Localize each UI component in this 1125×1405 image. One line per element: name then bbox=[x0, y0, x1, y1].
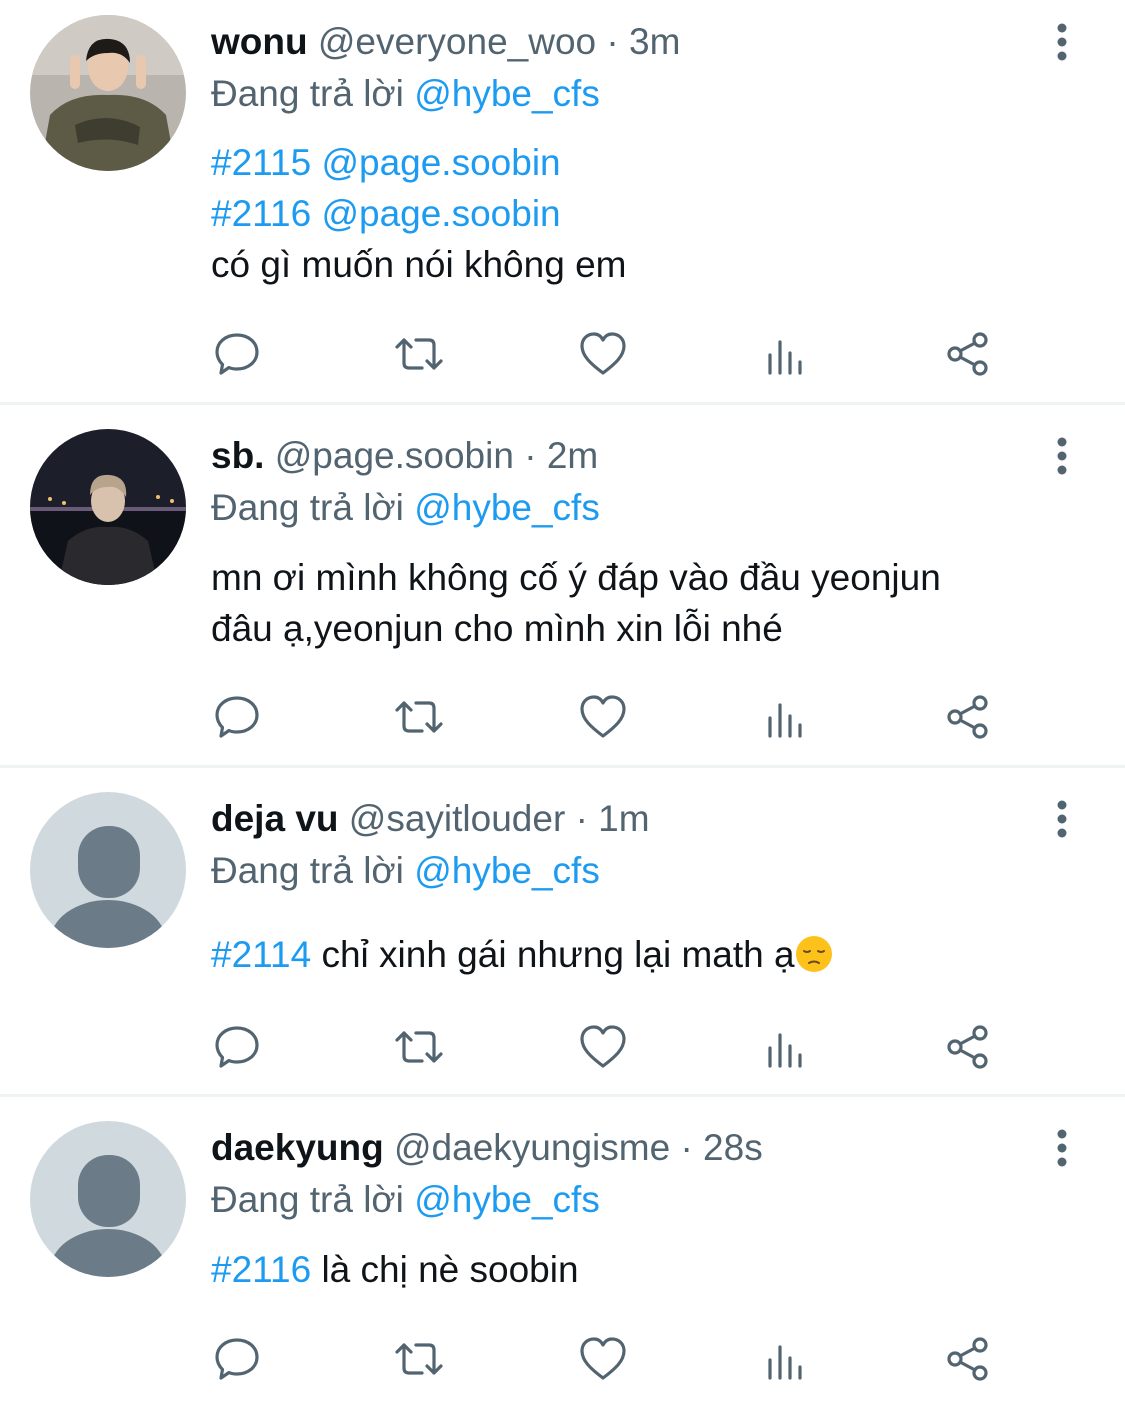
like-icon[interactable] bbox=[575, 1019, 631, 1075]
hashtag-link[interactable]: #2116 bbox=[211, 193, 311, 234]
hashtag-link[interactable]: #2115 bbox=[211, 142, 311, 183]
views-icon[interactable] bbox=[758, 689, 814, 745]
default-avatar[interactable] bbox=[30, 1121, 186, 1277]
replying-to-label: Đang trả lời bbox=[211, 73, 404, 114]
user-handle[interactable]: @daekyungisme bbox=[394, 1127, 670, 1168]
timestamp[interactable]: 3m bbox=[629, 21, 680, 62]
like-icon[interactable] bbox=[575, 326, 631, 382]
display-name[interactable]: deja vu bbox=[211, 798, 339, 839]
replying-to: Đang trả lời @hybe_cfs bbox=[211, 486, 600, 530]
tweet-1[interactable]: wonu @everyone_woo · 3m Đang trả lời @hy… bbox=[0, 0, 1125, 402]
replying-to: Đang trả lời @hybe_cfs bbox=[211, 849, 600, 893]
tweet-4[interactable]: daekyung @daekyungisme · 28s Đang trả lờ… bbox=[0, 1097, 1125, 1405]
retweet-icon[interactable] bbox=[391, 689, 447, 745]
more-options-icon[interactable] bbox=[1046, 22, 1078, 62]
replying-to-label: Đang trả lời bbox=[211, 850, 404, 891]
views-icon[interactable] bbox=[758, 1331, 814, 1387]
dot-separator: · bbox=[606, 21, 619, 62]
tweet-header: wonu @everyone_woo · 3m bbox=[211, 20, 680, 64]
text-line: #2115 @page.soobin bbox=[211, 137, 626, 188]
retweet-icon[interactable] bbox=[391, 326, 447, 382]
more-options-icon[interactable] bbox=[1046, 436, 1078, 476]
replying-to-mention[interactable]: @hybe_cfs bbox=[414, 73, 600, 114]
user-handle[interactable]: @everyone_woo bbox=[318, 21, 596, 62]
tweet-2[interactable]: sb. @page.soobin · 2m Đang trả lời @hybe… bbox=[0, 405, 1125, 765]
reply-icon[interactable] bbox=[209, 1019, 265, 1075]
reply-icon[interactable] bbox=[209, 689, 265, 745]
pensive-face-emoji bbox=[795, 935, 833, 973]
tweet-text: #2116 là chị nè soobin bbox=[211, 1244, 579, 1295]
action-bar bbox=[0, 1331, 1125, 1387]
tweet-header: daekyung @daekyungisme · 28s bbox=[211, 1126, 763, 1170]
text-line: đâu ạ,yeonjun cho mình xin lỗi nhé bbox=[211, 608, 783, 649]
tweet-text: #2114 chỉ xinh gái nhưng lại math ạ bbox=[211, 929, 833, 980]
user-handle[interactable]: @page.soobin bbox=[275, 435, 514, 476]
replying-to-mention[interactable]: @hybe_cfs bbox=[414, 850, 600, 891]
hashtag-link[interactable]: #2116 bbox=[211, 1249, 311, 1290]
replying-to-mention[interactable]: @hybe_cfs bbox=[414, 1179, 600, 1220]
timestamp[interactable]: 1m bbox=[598, 798, 649, 839]
more-options-icon[interactable] bbox=[1046, 1128, 1078, 1168]
mention-link[interactable]: @page.soobin bbox=[321, 193, 560, 234]
share-icon[interactable] bbox=[940, 326, 996, 382]
share-icon[interactable] bbox=[940, 1019, 996, 1075]
like-icon[interactable] bbox=[575, 689, 631, 745]
more-options-icon[interactable] bbox=[1046, 799, 1078, 839]
views-icon[interactable] bbox=[758, 326, 814, 382]
dot-separator: · bbox=[575, 798, 588, 839]
action-bar bbox=[0, 689, 1125, 745]
default-avatar[interactable] bbox=[30, 792, 186, 948]
views-icon[interactable] bbox=[758, 1019, 814, 1075]
timestamp[interactable]: 2m bbox=[547, 435, 598, 476]
avatar-sb[interactable] bbox=[30, 429, 186, 585]
dot-separator: · bbox=[680, 1127, 693, 1168]
replying-to-label: Đang trả lời bbox=[211, 1179, 404, 1220]
tweet-3[interactable]: deja vu @sayitlouder · 1m Đang trả lời @… bbox=[0, 768, 1125, 1094]
tweet-text: #2115 @page.soobin #2116 @page.soobin có… bbox=[211, 137, 626, 290]
replying-to-label: Đang trả lời bbox=[211, 487, 404, 528]
action-bar bbox=[0, 1019, 1125, 1075]
tweet-text-content: là chị nè soobin bbox=[321, 1249, 579, 1290]
display-name[interactable]: daekyung bbox=[211, 1127, 384, 1168]
retweet-icon[interactable] bbox=[391, 1019, 447, 1075]
text-line: có gì muốn nói không em bbox=[211, 244, 627, 285]
display-name[interactable]: sb. bbox=[211, 435, 264, 476]
timestamp[interactable]: 28s bbox=[703, 1127, 763, 1168]
hashtag-link[interactable]: #2114 bbox=[211, 934, 311, 975]
replying-to: Đang trả lời @hybe_cfs bbox=[211, 1178, 600, 1222]
user-handle[interactable]: @sayitlouder bbox=[349, 798, 566, 839]
share-icon[interactable] bbox=[940, 689, 996, 745]
like-icon[interactable] bbox=[575, 1331, 631, 1387]
mention-link[interactable]: @page.soobin bbox=[321, 142, 560, 183]
retweet-icon[interactable] bbox=[391, 1331, 447, 1387]
replying-to: Đang trả lời @hybe_cfs bbox=[211, 72, 600, 116]
dot-separator: · bbox=[524, 435, 537, 476]
tweet-text-content: chỉ xinh gái nhưng lại math ạ bbox=[321, 934, 795, 975]
tweet-header: sb. @page.soobin · 2m bbox=[211, 434, 598, 478]
reply-icon[interactable] bbox=[209, 1331, 265, 1387]
action-bar bbox=[0, 326, 1125, 382]
text-line: mn ơi mình không cố ý đáp vào đầu yeonju… bbox=[211, 557, 941, 598]
text-line: #2116 @page.soobin bbox=[211, 188, 626, 239]
reply-icon[interactable] bbox=[209, 326, 265, 382]
tweet-text: mn ơi mình không cố ý đáp vào đầu yeonju… bbox=[211, 552, 941, 654]
avatar-wonu[interactable] bbox=[30, 15, 186, 171]
replying-to-mention[interactable]: @hybe_cfs bbox=[414, 487, 600, 528]
tweet-header: deja vu @sayitlouder · 1m bbox=[211, 797, 650, 841]
share-icon[interactable] bbox=[940, 1331, 996, 1387]
display-name[interactable]: wonu bbox=[211, 21, 308, 62]
